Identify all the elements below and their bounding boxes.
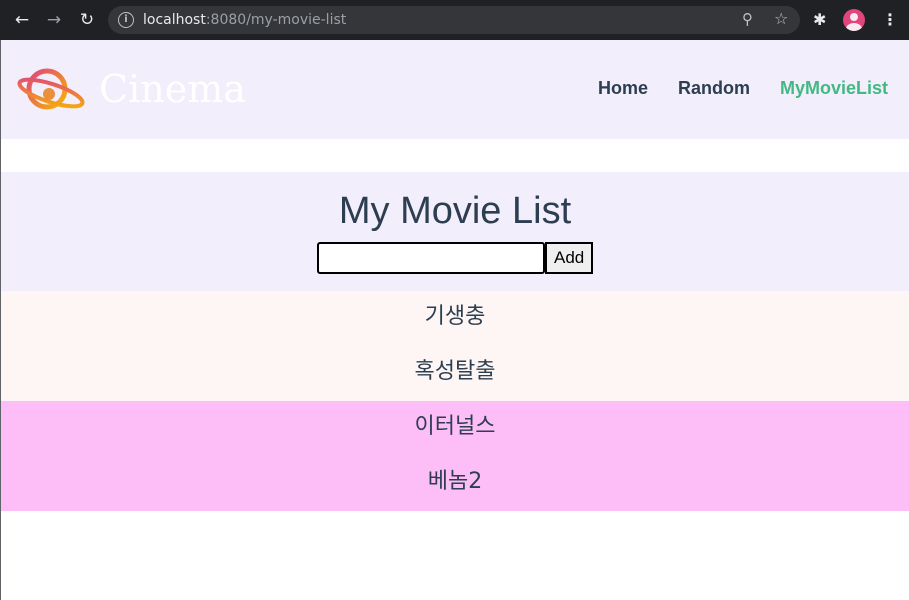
movie-item[interactable]: 혹성탈출 xyxy=(1,346,909,401)
brand-name: Cinema xyxy=(99,67,246,111)
nav-link-home[interactable]: Home xyxy=(598,78,648,99)
url-path: :8080/my-movie-list xyxy=(205,12,347,28)
movie-list-header: My Movie List Add xyxy=(1,172,909,291)
page: Cinema Home Random MyMovieList My Movie … xyxy=(0,40,909,600)
forward-icon[interactable]: → xyxy=(44,10,64,30)
movie-item[interactable]: 이터널스 xyxy=(1,401,909,456)
movie-item[interactable]: 베놈2 xyxy=(1,456,909,511)
profile-avatar-icon[interactable] xyxy=(843,9,865,31)
planet-logo-icon xyxy=(17,68,85,110)
zoom-icon[interactable]: ⚲ xyxy=(742,10,753,28)
nav-link-my-movie-list[interactable]: MyMovieList xyxy=(780,78,888,99)
url-host: localhost xyxy=(143,12,206,28)
more-menu-icon[interactable]: ⋮ xyxy=(882,10,898,29)
add-movie-form: Add xyxy=(317,242,594,274)
bookmark-star-icon[interactable]: ☆ xyxy=(774,9,788,28)
add-button[interactable]: Add xyxy=(545,242,594,274)
page-title: My Movie List xyxy=(338,190,572,232)
movie-name-input[interactable] xyxy=(317,242,545,274)
movie-list: 기생충 혹성탈출 이터널스 베놈2 xyxy=(1,291,909,511)
reload-icon[interactable]: ↻ xyxy=(77,10,97,30)
nav-link-random[interactable]: Random xyxy=(678,78,750,99)
back-icon[interactable]: ← xyxy=(12,10,32,30)
url-text[interactable]: localhost:8080/my-movie-list xyxy=(143,12,346,28)
nav-links: Home Random MyMovieList xyxy=(598,78,888,99)
extensions-icon[interactable]: ✱ xyxy=(813,10,826,29)
info-icon[interactable]: i xyxy=(118,12,134,28)
address-bar[interactable]: i localhost:8080/my-movie-list ⚲ ☆ xyxy=(108,6,800,34)
movie-item[interactable]: 기생충 xyxy=(1,291,909,346)
navbar: Cinema Home Random MyMovieList xyxy=(1,40,909,139)
browser-toolbar: ← → ↻ i localhost:8080/my-movie-list ⚲ ☆… xyxy=(0,0,909,40)
